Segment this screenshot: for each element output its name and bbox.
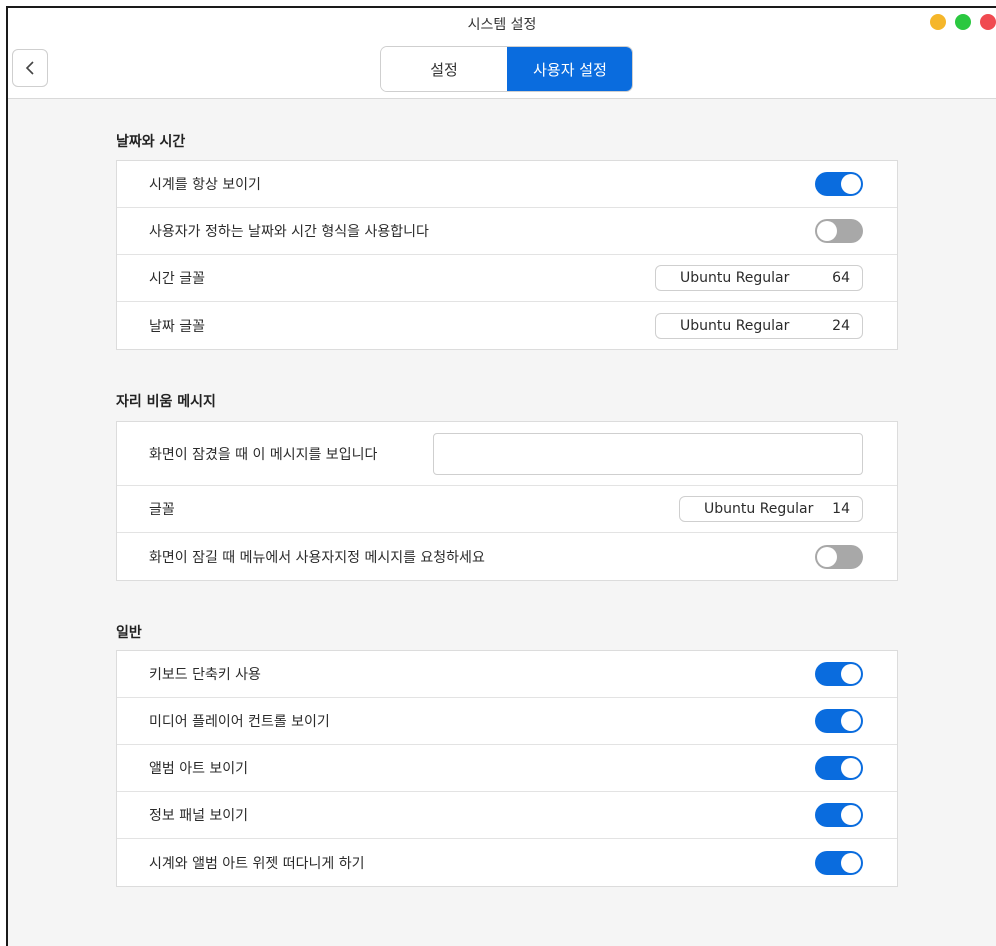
- font-name: Ubuntu Regular: [680, 317, 790, 334]
- tab-settings[interactable]: 설정: [381, 47, 507, 91]
- row-label: 시계와 앨범 아트 위젯 떠다니게 하기: [149, 855, 365, 872]
- font-name: Ubuntu Regular: [680, 270, 790, 286]
- section-title-away: 자리 비움 메시지: [116, 394, 216, 410]
- row-info-panel: 정보 패널 보이기: [117, 792, 897, 839]
- section-title-general: 일반: [116, 625, 142, 641]
- row-album-art: 앨범 아트 보이기: [117, 745, 897, 792]
- row-label: 사용자가 정하는 날짜와 시간 형식을 사용합니다: [149, 224, 429, 240]
- row-label: 시계를 항상 보이기: [149, 177, 261, 193]
- row-media-controls: 미디어 플레이어 컨트롤 보이기: [117, 698, 897, 745]
- font-name: Ubuntu Regular: [704, 501, 814, 517]
- album-art-toggle[interactable]: [815, 756, 863, 780]
- back-button[interactable]: [12, 49, 48, 87]
- row-date-font: 날짜 글꼴 Ubuntu Regular 24: [117, 302, 897, 349]
- date-font-button[interactable]: Ubuntu Regular 24: [655, 312, 863, 339]
- keyboard-shortcuts-toggle[interactable]: [815, 662, 863, 686]
- away-message-input[interactable]: [433, 432, 863, 475]
- row-label: 날짜 글꼴: [149, 318, 205, 335]
- row-away-message: 화면이 잠겼을 때 이 메시지를 보입니다: [117, 422, 897, 486]
- font-size: 64: [832, 270, 850, 286]
- row-label: 정보 패널 보이기: [149, 808, 249, 824]
- tab-user-settings[interactable]: 사용자 설정: [507, 47, 632, 91]
- row-label: 앨범 아트 보이기: [149, 761, 249, 777]
- close-button[interactable]: [980, 14, 996, 30]
- custom-format-toggle[interactable]: [815, 219, 863, 243]
- info-panel-toggle[interactable]: [815, 803, 863, 827]
- floating-widgets-toggle[interactable]: [815, 850, 863, 875]
- title-bar: 시스템 설정 설정 사용자 설정: [8, 8, 996, 99]
- row-show-clock: 시계를 항상 보이기: [117, 161, 897, 208]
- window-controls: [930, 14, 996, 30]
- card-datetime: 시계를 항상 보이기 사용자가 정하는 날짜와 시간 형식을 사용합니다 시간 …: [116, 160, 898, 350]
- row-label: 글꼴: [149, 502, 175, 518]
- row-label: 화면이 잠겼을 때 이 메시지를 보입니다: [149, 446, 378, 463]
- chevron-left-icon: [25, 61, 34, 75]
- row-label: 시간 글꼴: [149, 271, 205, 287]
- row-custom-format: 사용자가 정하는 날짜와 시간 형식을 사용합니다: [117, 208, 897, 255]
- row-label: 화면이 잠길 때 메뉴에서 사용자지정 메시지를 요청하세요: [149, 549, 485, 566]
- font-size: 14: [832, 501, 850, 517]
- row-floating-widgets: 시계와 앨범 아트 위젯 떠다니게 하기: [117, 839, 897, 886]
- minimize-button[interactable]: [930, 14, 946, 30]
- section-title-datetime: 날짜와 시간: [116, 134, 186, 150]
- row-keyboard-shortcuts: 키보드 단축키 사용: [117, 651, 897, 698]
- ask-message-toggle[interactable]: [815, 544, 863, 569]
- row-ask-message: 화면이 잠길 때 메뉴에서 사용자지정 메시지를 요청하세요: [117, 533, 897, 580]
- window-title: 시스템 설정: [467, 17, 537, 33]
- show-clock-toggle[interactable]: [815, 172, 863, 196]
- maximize-button[interactable]: [955, 14, 971, 30]
- settings-window: 시스템 설정 설정 사용자 설정 날짜와 시간 시계를 항상 보이기 사용자가 …: [6, 6, 996, 946]
- font-size: 24: [832, 317, 850, 334]
- row-away-font: 글꼴 Ubuntu Regular 14: [117, 486, 897, 533]
- card-away-message: 화면이 잠겼을 때 이 메시지를 보입니다 글꼴 Ubuntu Regular …: [116, 421, 898, 581]
- card-general: 키보드 단축키 사용 미디어 플레이어 컨트롤 보이기 앨범 아트 보이기 정보…: [116, 650, 898, 887]
- media-controls-toggle[interactable]: [815, 709, 863, 733]
- away-font-button[interactable]: Ubuntu Regular 14: [679, 496, 863, 522]
- row-label: 키보드 단축키 사용: [149, 667, 261, 683]
- row-label: 미디어 플레이어 컨트롤 보이기: [149, 714, 330, 730]
- time-font-button[interactable]: Ubuntu Regular 64: [655, 265, 863, 291]
- row-time-font: 시간 글꼴 Ubuntu Regular 64: [117, 255, 897, 302]
- tab-bar: 설정 사용자 설정: [380, 46, 633, 92]
